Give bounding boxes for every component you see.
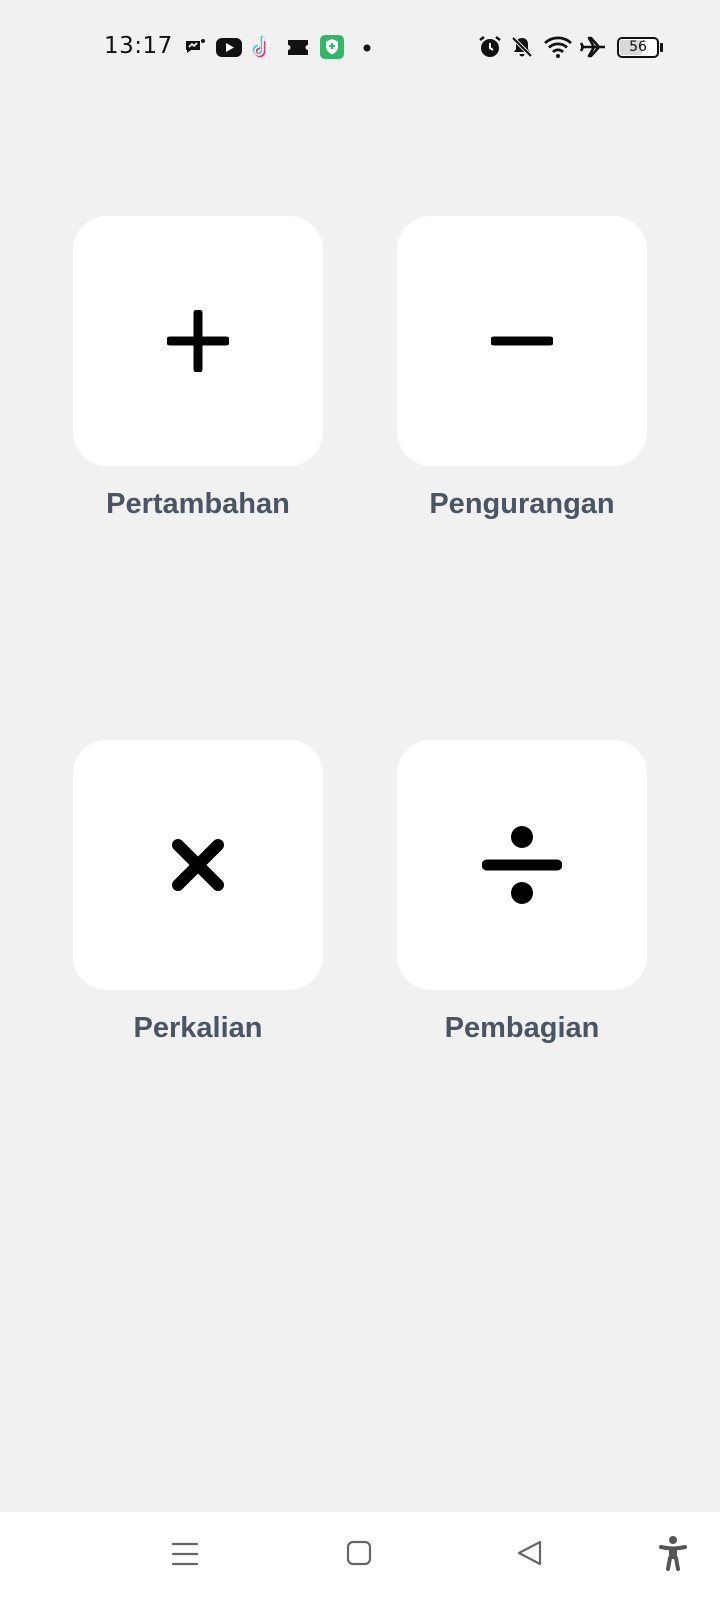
minus-icon — [491, 336, 553, 346]
accessibility-icon[interactable] — [658, 1535, 688, 1571]
division-button[interactable] — [397, 740, 647, 990]
vpn-shield-icon — [320, 35, 344, 59]
youtube-icon — [216, 38, 242, 57]
back-icon[interactable] — [515, 1538, 543, 1568]
status-time: 13:17 — [104, 33, 173, 59]
plus-icon — [167, 310, 229, 372]
bell-off-icon — [511, 36, 533, 58]
status-bar: 13:17 56 — [0, 0, 720, 96]
airplane-icon — [580, 36, 605, 58]
messenger-icon — [186, 39, 205, 53]
division-label: Pembagian — [444, 1012, 600, 1044]
dot-icon — [363, 44, 371, 52]
multiply-icon — [172, 839, 224, 891]
home-icon[interactable] — [345, 1539, 373, 1567]
addition-button[interactable] — [73, 216, 323, 466]
addition-label: Pertambahan — [106, 488, 290, 520]
battery-icon: 56 — [617, 37, 663, 58]
multiplication-button[interactable] — [73, 740, 323, 990]
divide-icon — [482, 826, 562, 904]
multiplication-label: Perkalian — [133, 1012, 263, 1044]
wifi-icon — [544, 36, 572, 58]
alarm-icon — [479, 36, 501, 57]
navigation-bar — [0, 1512, 720, 1600]
subtraction-label: Pengurangan — [429, 488, 615, 520]
tiktok-icon — [252, 36, 270, 58]
battery-level: 56 — [629, 39, 647, 55]
subtraction-button[interactable] — [397, 216, 647, 466]
ticket-icon — [288, 40, 308, 55]
menu-icon[interactable] — [170, 1539, 200, 1569]
